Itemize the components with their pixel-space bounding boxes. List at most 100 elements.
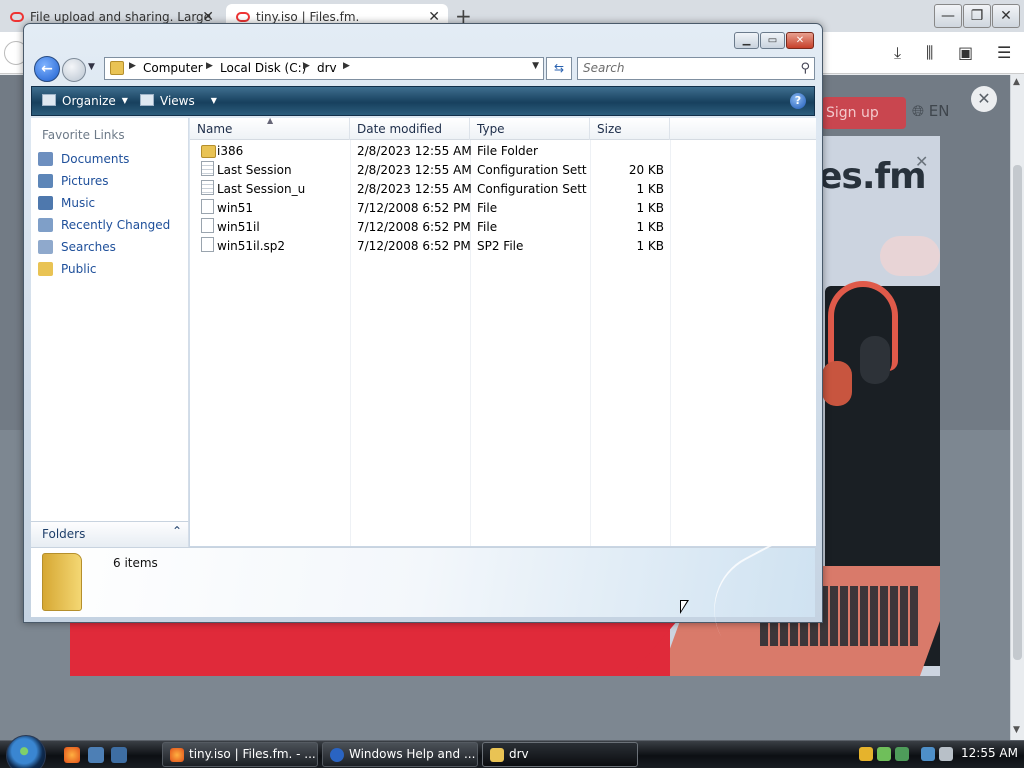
file-name: Last Session_u <box>217 182 306 196</box>
search-input[interactable]: Search ⚲ <box>577 57 815 80</box>
taskbar-button-drv[interactable]: drv <box>482 742 638 767</box>
file-type: Configuration Sett... <box>477 163 587 177</box>
firefox-quicklaunch-icon[interactable] <box>64 747 80 763</box>
folder-icon <box>201 145 216 158</box>
breadcrumb-drv[interactable]: drv <box>317 61 337 75</box>
tab-title: tiny.iso | Files.fm. <box>256 10 360 24</box>
browser-minimize-button[interactable]: — <box>934 4 962 28</box>
cloud-illustration <box>880 236 940 276</box>
start-button[interactable] <box>6 735 46 768</box>
column-type[interactable]: Type <box>470 118 590 140</box>
breadcrumb-separator-icon[interactable]: ▶ <box>303 61 310 71</box>
search-placeholder: Search <box>583 61 625 75</box>
breadcrumb-separator-icon[interactable]: ▶ <box>206 61 213 71</box>
taskbar-button-label: drv <box>509 747 529 761</box>
breadcrumb-separator-icon[interactable]: ▶ <box>129 61 136 71</box>
search-icon[interactable]: ⚲ <box>800 58 810 79</box>
volume-muted-icon[interactable] <box>939 747 953 761</box>
breadcrumb-local-disk[interactable]: Local Disk (C:) <box>220 61 306 75</box>
nav-link-label: Public <box>61 262 97 276</box>
menu-icon[interactable]: ☰ <box>997 43 1011 62</box>
file-list: Name ▲ Date modified Type Size i386 2/8/… <box>190 116 816 546</box>
switch-windows-icon[interactable] <box>111 747 127 763</box>
download-icon[interactable]: ⤓ <box>894 43 901 63</box>
modal-close-icon[interactable]: ✕ <box>915 152 928 171</box>
back-button[interactable]: ← <box>34 56 60 82</box>
library-icon[interactable]: ⫼ <box>926 43 933 63</box>
breadcrumb-computer[interactable]: Computer <box>143 61 203 75</box>
nav-link-pictures[interactable]: Pictures <box>38 171 186 191</box>
folder-icon <box>490 748 504 762</box>
taskbar-button-help[interactable]: Windows Help and ... <box>322 742 478 767</box>
breadcrumb-separator-icon[interactable]: ▶ <box>343 61 350 71</box>
globe-icon: 🌐︎ <box>912 102 925 120</box>
scroll-down-icon[interactable]: ▼ <box>1013 725 1020 735</box>
scrollbar-thumb[interactable] <box>1013 165 1022 660</box>
file-type: File Folder <box>477 144 538 158</box>
column-date-modified[interactable]: Date modified <box>350 118 470 140</box>
taskbar-button-label: tiny.iso | Files.fm. - ... <box>189 747 316 761</box>
network-status-icon[interactable] <box>921 747 935 761</box>
folder-icon <box>110 61 124 75</box>
file-name: i386 <box>217 144 244 158</box>
file-name: win51il <box>217 220 260 234</box>
nav-link-documents[interactable]: Documents <box>38 149 186 169</box>
explorer-close-button[interactable]: ✕ <box>786 32 814 49</box>
language-label: EN <box>928 102 950 120</box>
explorer-minimize-button[interactable]: ▁ <box>734 32 759 49</box>
safely-remove-icon[interactable] <box>877 747 891 761</box>
headphones-cup-illustration <box>822 361 852 406</box>
address-row: ← ▼ ▶ Computer ▶ Local Disk (C:) ▶ drv ▶… <box>32 56 816 82</box>
organize-button[interactable]: Organize ▼ <box>42 94 128 108</box>
file-icon <box>201 237 214 252</box>
explorer-window-controls: ▁ ▭ ✕ <box>733 32 814 49</box>
taskbar-button-firefox[interactable]: tiny.iso | Files.fm. - ... <box>162 742 318 767</box>
file-row[interactable]: win51il.sp2 7/12/2008 6:52 PM SP2 File 1… <box>190 237 816 256</box>
nav-link-searches[interactable]: Searches <box>38 237 186 257</box>
searches-icon <box>38 240 53 254</box>
scroll-up-icon[interactable]: ▲ <box>1013 77 1020 87</box>
file-row[interactable]: Last Session_u 2/8/2023 12:55 AM Configu… <box>190 180 816 199</box>
column-size[interactable]: Size <box>590 118 670 140</box>
language-selector[interactable]: 🌐︎ EN <box>912 102 950 120</box>
sidebar-icon[interactable]: ▣ <box>958 43 973 62</box>
file-row[interactable]: i386 2/8/2023 12:55 AM File Folder <box>190 142 816 161</box>
nav-link-label: Pictures <box>61 174 109 188</box>
folders-label: Folders <box>42 527 86 541</box>
file-type: SP2 File <box>477 239 524 253</box>
address-bar[interactable]: ▶ Computer ▶ Local Disk (C:) ▶ drv ▶ ▼ <box>104 57 544 80</box>
security-shield-icon[interactable] <box>859 747 873 761</box>
help-icon[interactable]: ? <box>790 93 806 109</box>
show-desktop-icon[interactable] <box>88 747 104 763</box>
nav-link-music[interactable]: Music <box>38 193 186 213</box>
file-row[interactable]: win51il 7/12/2008 6:52 PM File 1 KB <box>190 218 816 237</box>
signup-button[interactable]: Sign up <box>822 97 906 129</box>
folders-toggle[interactable]: Folders ⌃ <box>31 521 189 547</box>
file-size: 1 KB <box>636 220 664 234</box>
browser-maximize-button[interactable]: ❐ <box>963 4 991 28</box>
folder-large-icon <box>42 553 82 611</box>
file-size: 1 KB <box>636 201 664 215</box>
file-row[interactable]: Last Session 2/8/2023 12:55 AM Configura… <box>190 161 816 180</box>
history-dropdown-icon[interactable]: ▼ <box>88 62 95 72</box>
refresh-icon: ⇆ <box>553 61 565 75</box>
page-scrollbar[interactable]: ▲ ▼ <box>1010 75 1024 740</box>
refresh-button[interactable]: ⇆ <box>546 57 572 80</box>
overlay-close-button[interactable]: ✕ <box>971 86 997 112</box>
nav-link-public[interactable]: Public <box>38 259 186 279</box>
network-icon[interactable] <box>895 747 909 761</box>
chevron-up-icon: ⌃ <box>171 524 182 538</box>
browser-close-button[interactable]: ✕ <box>992 4 1020 28</box>
explorer-maximize-button[interactable]: ▭ <box>760 32 785 49</box>
recently-changed-icon <box>38 218 53 232</box>
file-size: 1 KB <box>636 182 664 196</box>
nav-link-recently-changed[interactable]: Recently Changed <box>38 215 186 235</box>
clock[interactable]: 12:55 AM <box>961 746 1018 760</box>
forward-button[interactable] <box>62 58 86 82</box>
address-dropdown-icon[interactable]: ▼ <box>532 61 539 71</box>
taskbar-button-label: Windows Help and ... <box>349 747 476 761</box>
config-file-icon <box>201 180 214 195</box>
file-row[interactable]: win51 7/12/2008 6:52 PM File 1 KB <box>190 199 816 218</box>
help-icon <box>330 748 344 762</box>
views-button[interactable]: Views ▼ <box>140 94 217 108</box>
